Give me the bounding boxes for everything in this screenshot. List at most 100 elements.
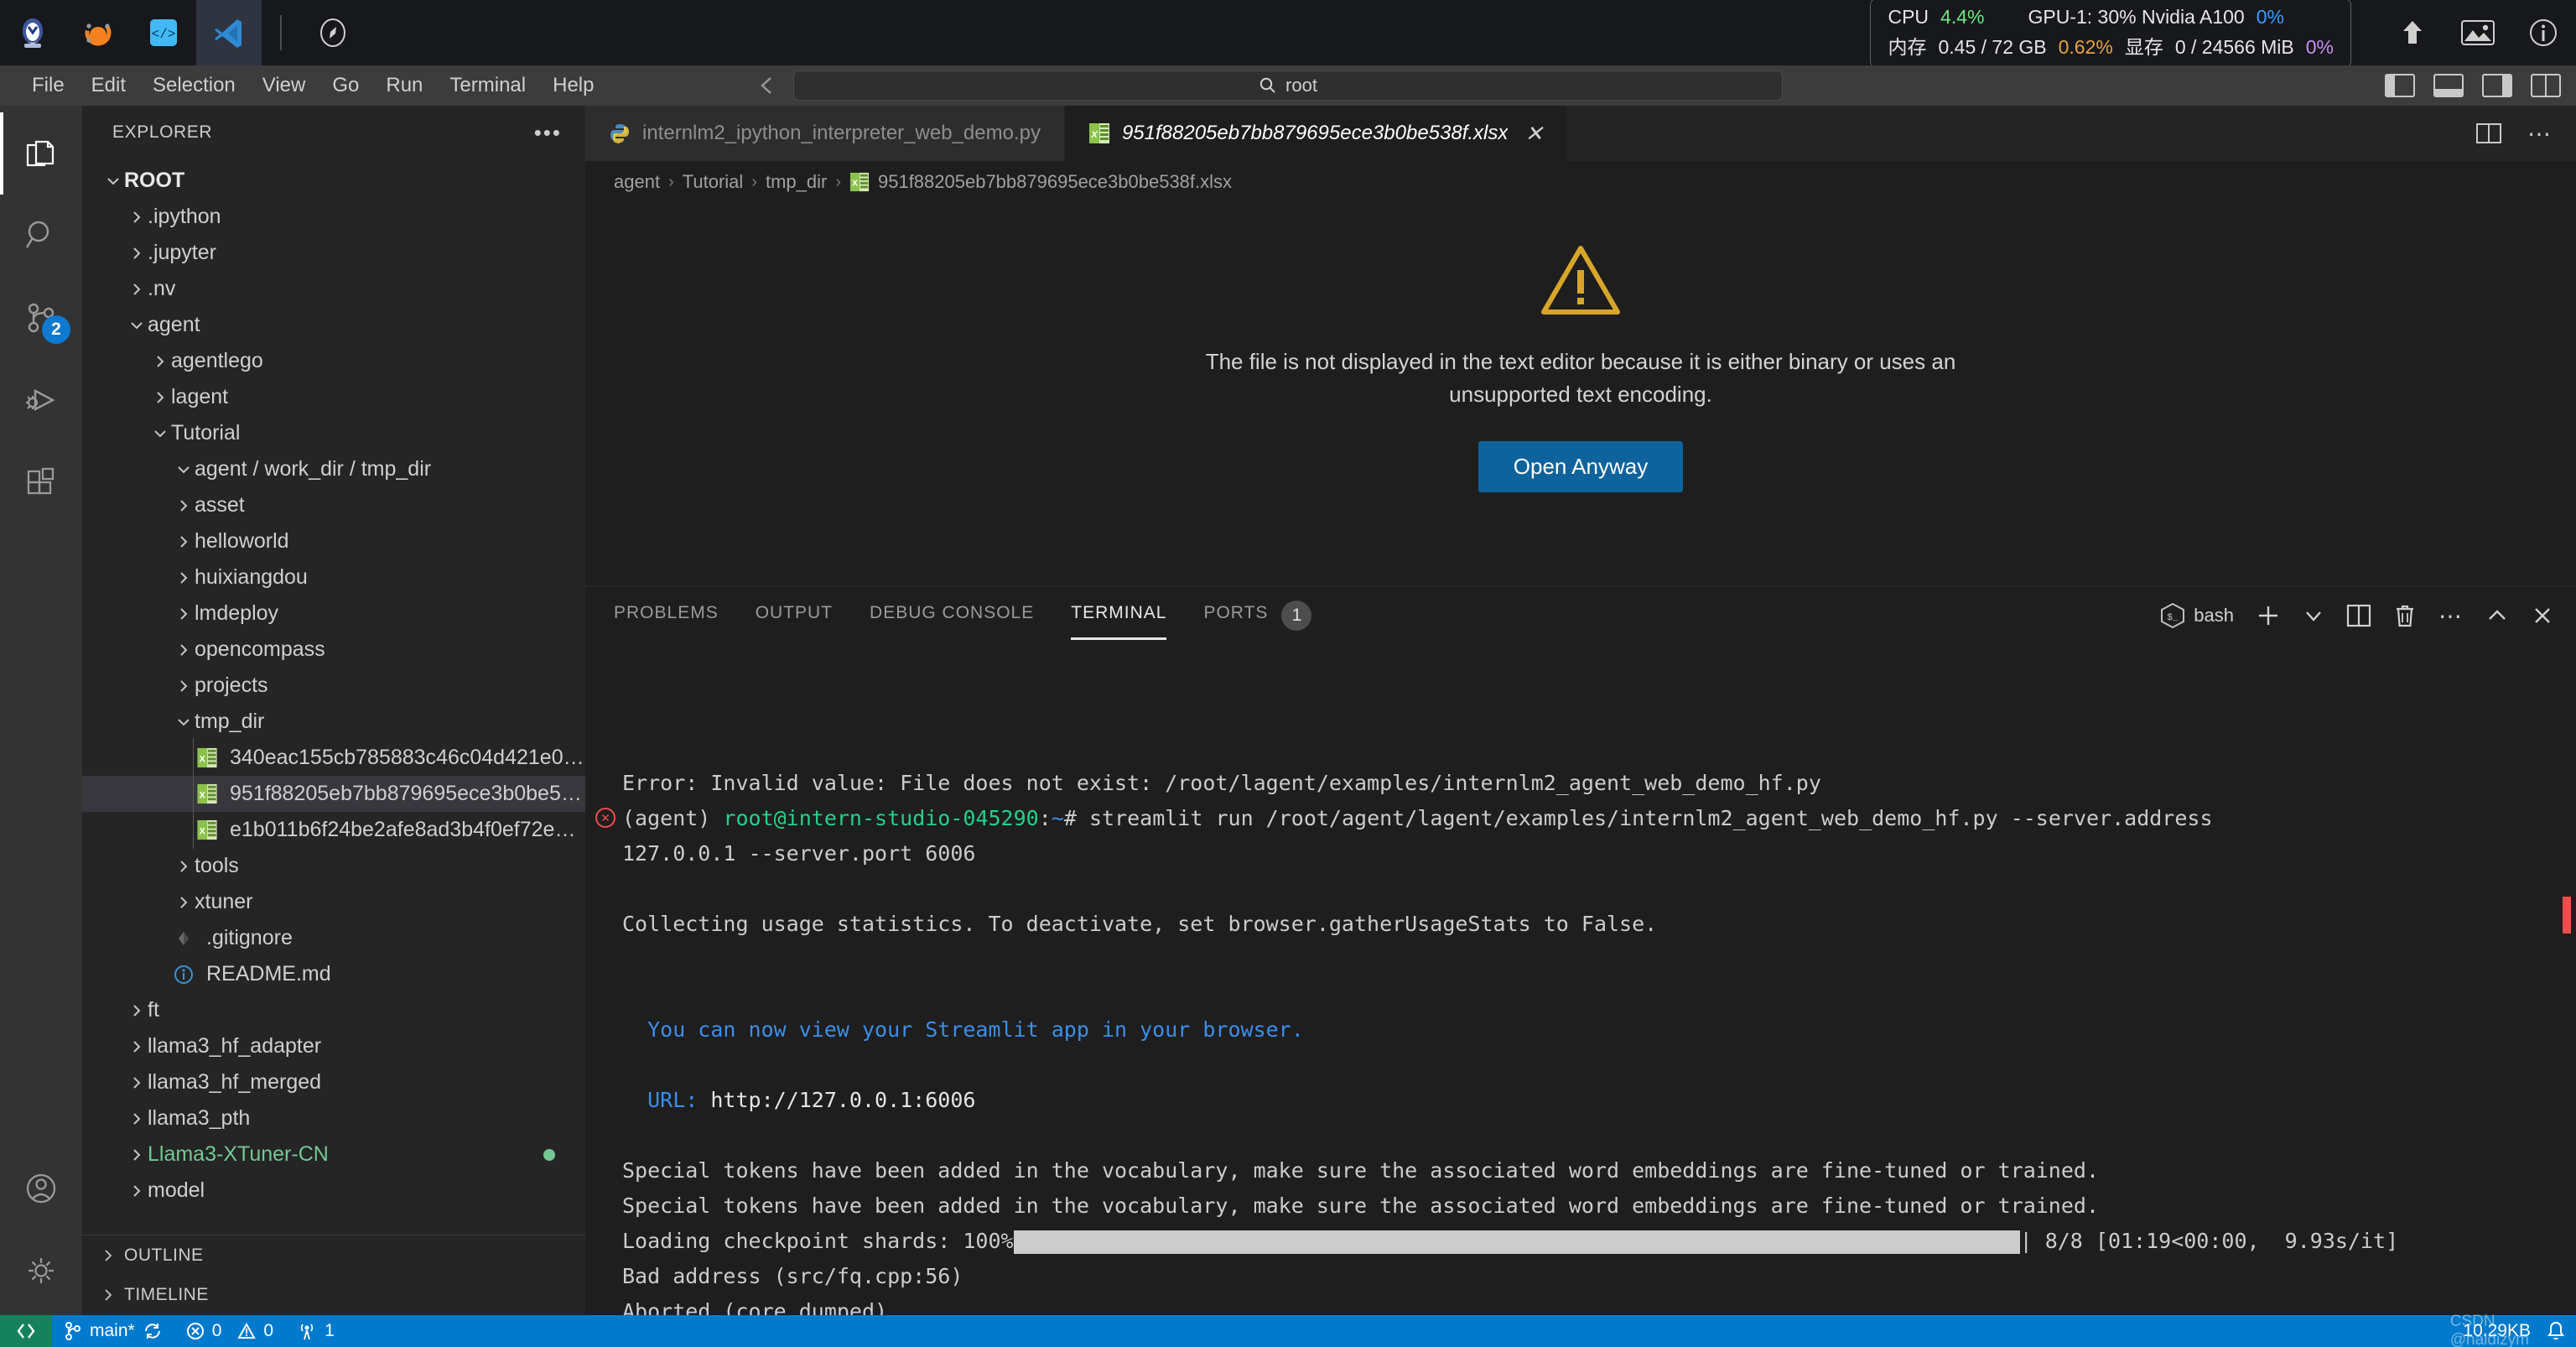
timeline-section[interactable]: TIMELINE [82,1275,585,1315]
chevron-right-icon[interactable] [173,605,195,623]
compass-icon[interactable] [300,0,366,65]
menu-go[interactable]: Go [319,69,372,102]
sync-icon[interactable] [143,1321,163,1341]
tree-item-helloworld[interactable]: helloworld [82,523,585,559]
penguin-app-icon[interactable] [0,0,65,65]
chevron-right-icon[interactable] [173,641,195,659]
account-icon[interactable] [0,1147,82,1230]
source-control-branch[interactable]: main* [52,1315,174,1347]
open-anyway-button[interactable]: Open Anyway [1478,441,1684,492]
image-icon[interactable] [2445,0,2511,65]
chevron-right-icon[interactable] [149,352,171,371]
chevron-down-icon[interactable] [149,424,171,443]
chevron-right-icon[interactable] [126,208,148,226]
tree-item-huixiangdou[interactable]: huixiangdou [82,559,585,595]
chevron-right-icon[interactable] [173,497,195,515]
more-actions-icon[interactable]: ⋯ [2527,120,2553,148]
code-app-icon[interactable]: </> [131,0,196,65]
problems-indicator[interactable]: 0 0 [174,1315,285,1347]
conda-app-icon[interactable] [65,0,131,65]
terminal-output[interactable]: Error: Invalid value: File does not exis… [585,645,2576,1315]
toggle-secondary-sidebar-icon[interactable] [2482,74,2512,97]
sidebar-item-extensions[interactable] [0,441,82,523]
back-arrow-icon[interactable] [755,73,780,98]
toggle-panel-icon[interactable] [2433,74,2464,97]
menu-selection[interactable]: Selection [139,69,249,102]
breadcrumb-item-tutorial[interactable]: Tutorial [683,171,744,193]
tab-problems[interactable]: PROBLEMS [614,596,719,635]
resource-monitor[interactable]: CPU 4.4% GPU-1: 30% Nvidia A100 0% 内存 0.… [1870,0,2351,68]
tree-item-llama3-pth[interactable]: llama3_pth [82,1100,585,1136]
quick-input-bar[interactable]: root [793,70,1783,101]
chevron-right-icon[interactable] [126,1110,148,1128]
chevron-right-icon[interactable] [149,388,171,407]
chevron-right-icon[interactable] [126,1074,148,1092]
tree-item-tools[interactable]: tools [82,848,585,884]
sidebar-item-search[interactable] [0,195,82,277]
split-editor-icon[interactable] [2475,122,2502,145]
breadcrumb-item-file[interactable]: 951f88205eb7bb879695ece3b0be538f.xlsx [878,171,1232,193]
sidebar-item-source-control[interactable]: 2 [0,277,82,359]
tree-item-llama3-hf-adapter[interactable]: llama3_hf_adapter [82,1028,585,1064]
sidebar-item-run-debug[interactable] [0,359,82,441]
menu-run[interactable]: Run [372,69,436,102]
gear-icon[interactable] [0,1230,82,1312]
close-icon[interactable]: ✕ [1524,121,1543,147]
tab-output[interactable]: OUTPUT [756,596,833,635]
chevron-down-icon[interactable] [126,316,148,335]
menu-edit[interactable]: Edit [78,69,139,102]
tree-item-xtuner[interactable]: xtuner [82,884,585,920]
chevron-right-icon[interactable] [126,1001,148,1020]
explorer-more-icon[interactable]: ••• [534,120,562,146]
maximize-panel-icon[interactable] [2485,605,2509,627]
tree-item-opencompass[interactable]: opencompass [82,632,585,668]
menu-file[interactable]: File [18,69,78,102]
tab-debug-console[interactable]: DEBUG CONSOLE [870,596,1034,635]
chevron-right-icon[interactable] [173,857,195,876]
tree-item-readme-md[interactable]: README.md [82,956,585,992]
chevron-down-icon[interactable] [173,460,195,479]
kill-terminal-icon[interactable] [2393,603,2417,628]
breadcrumb-item-tmpdir[interactable]: tmp_dir [766,171,827,193]
chevron-right-icon[interactable] [173,533,195,551]
tab-xlsx-file[interactable]: X 951f88205eb7bb879695ece3b0be538f.xlsx … [1064,106,1568,161]
tree-item-lmdeploy[interactable]: lmdeploy [82,595,585,632]
tree-item-340eac155cb785883c46c04d421e[interactable]: X 340eac155cb785883c46c04d421e09c2.xl... [82,740,585,776]
chevron-right-icon[interactable] [173,893,195,912]
chevron-right-icon[interactable] [126,244,148,263]
tree-item-951f88205eb7bb879695ece3b0be[interactable]: X 951f88205eb7bb879695ece3b0be538f.xl... [82,776,585,812]
tree-item-gitignore[interactable]: .gitignore [82,920,585,956]
tree-item-nv[interactable]: .nv [82,271,585,307]
menu-help[interactable]: Help [539,69,607,102]
tree-item-llama3-xtuner-cn[interactable]: Llama3-XTuner-CN [82,1136,585,1173]
close-panel-icon[interactable] [2531,604,2554,627]
chevron-right-icon[interactable] [126,1146,148,1164]
breadcrumb-item-agent[interactable]: agent [614,171,660,193]
menu-view[interactable]: View [249,69,319,102]
chevron-right-icon[interactable] [126,1038,148,1056]
tree-item-tutorial[interactable]: Tutorial [82,415,585,451]
chevron-right-icon[interactable] [173,569,195,587]
sidebar-item-explorer[interactable] [0,112,82,195]
outline-section[interactable]: OUTLINE [82,1235,585,1275]
customize-layout-icon[interactable] [2531,74,2561,97]
tree-item-agent-work-dir-tmp-dir[interactable]: agent / work_dir / tmp_dir [82,451,585,487]
toggle-primary-sidebar-icon[interactable] [2385,74,2415,97]
chevron-right-icon[interactable] [173,677,195,695]
tab-python-demo[interactable]: internlm2_ipython_interpreter_web_demo.p… [585,106,1065,161]
tree-item-jupyter[interactable]: .jupyter [82,235,585,271]
tree-item-asset[interactable]: asset [82,487,585,523]
tree-item-agentlego[interactable]: agentlego [82,343,585,379]
chevron-right-icon[interactable] [126,1182,148,1200]
upload-icon[interactable] [2380,0,2445,65]
tree-item-tmp-dir[interactable]: tmp_dir [82,704,585,740]
tree-item-lagent[interactable]: lagent [82,379,585,415]
info-icon[interactable] [2511,0,2576,65]
chevron-right-icon[interactable] [126,280,148,299]
vscode-app-icon[interactable] [196,0,262,65]
tree-item-root[interactable]: ROOT [82,163,585,199]
tree-item-ft[interactable]: ft [82,992,585,1028]
new-terminal-icon[interactable] [2256,603,2281,628]
bell-icon[interactable] [2546,1320,2566,1342]
tab-terminal[interactable]: TERMINAL [1071,596,1167,640]
